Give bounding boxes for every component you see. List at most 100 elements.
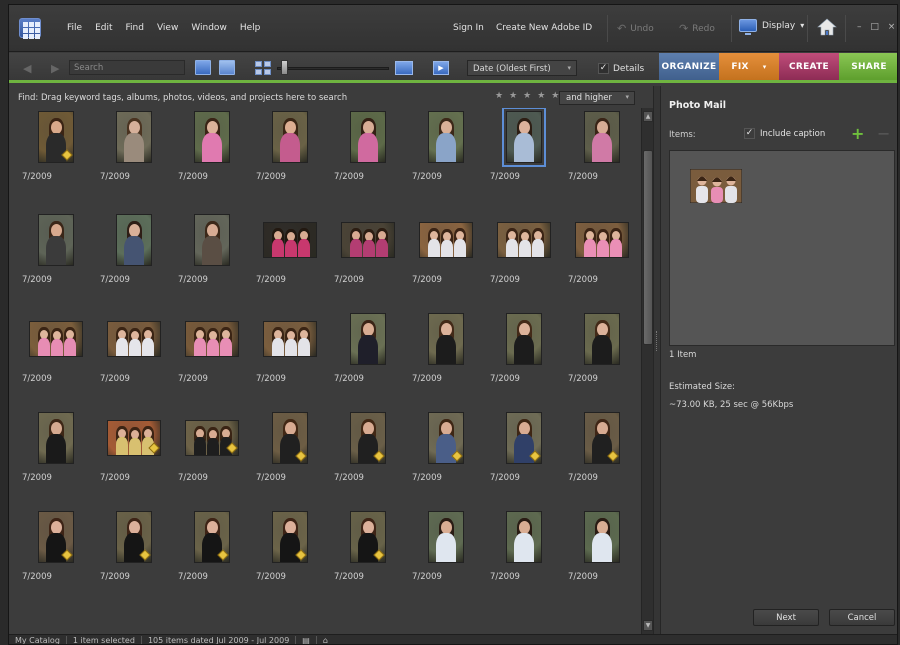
catalog-name[interactable]: My Catalog <box>9 635 67 644</box>
mail-items-list[interactable] <box>669 150 895 346</box>
thumbnail-size-slider[interactable] <box>277 67 389 70</box>
stack-view-icon[interactable] <box>219 60 235 75</box>
thumbnail-cell[interactable]: 7/2009 <box>329 409 407 505</box>
thumbnail-cell[interactable]: 7/2009 <box>17 211 95 307</box>
thumbnail-cell[interactable]: 7/2009 <box>485 310 563 406</box>
back-forward-icon[interactable]: ◀ ▶ <box>23 62 67 75</box>
thumbnail-cell[interactable]: 7/2009 <box>251 108 329 204</box>
thumbnail-cell[interactable]: 7/2009 <box>563 108 641 204</box>
thumbnail-cell[interactable]: 7/2009 <box>95 211 173 307</box>
photo-thumbnail[interactable] <box>502 108 546 167</box>
photo-thumbnail[interactable] <box>429 413 463 463</box>
slideshow-play-icon[interactable]: ▶ <box>433 61 449 75</box>
thumbnail-cell[interactable]: 7/2009 <box>95 409 173 505</box>
tab-organize[interactable]: ORGANIZE <box>659 53 719 80</box>
thumbnail-cell[interactable]: 7/2009 <box>407 310 485 406</box>
star-rating-filter[interactable]: ★★★★★ <box>495 91 565 101</box>
grid-scrollbar[interactable]: ▲ ▼ <box>641 108 653 634</box>
slider-handle[interactable] <box>281 60 288 75</box>
menu-help[interactable]: Help <box>240 23 261 33</box>
photo-thumbnail[interactable] <box>39 112 73 162</box>
thumbnail-cell[interactable]: 7/2009 <box>485 211 563 307</box>
photo-thumbnail[interactable] <box>186 322 238 356</box>
photo-thumbnail[interactable] <box>264 322 316 356</box>
mail-item-thumbnail[interactable] <box>690 169 742 203</box>
photo-thumbnail[interactable] <box>507 413 541 463</box>
include-caption-checkbox[interactable]: ✓ <box>744 128 755 139</box>
photo-thumbnail[interactable] <box>186 421 238 455</box>
photo-thumbnail[interactable] <box>507 512 541 562</box>
thumbnail-cell[interactable]: 7/2009 <box>329 310 407 406</box>
photo-thumbnail[interactable] <box>117 512 151 562</box>
photo-thumbnail[interactable] <box>195 215 229 265</box>
thumbnail-cell[interactable]: 7/2009 <box>329 211 407 307</box>
photo-thumbnail[interactable] <box>576 223 628 257</box>
include-caption-toggle[interactable]: ✓ Include caption <box>744 128 825 139</box>
photo-thumbnail[interactable] <box>498 223 550 257</box>
details-toggle[interactable]: ✓ Details <box>598 63 644 74</box>
thumbnail-grid-icon[interactable] <box>255 61 271 75</box>
tab-share[interactable]: SHARE <box>839 53 897 80</box>
thumbnail-cell[interactable]: 7/2009 <box>251 409 329 505</box>
photo-thumbnail[interactable] <box>30 322 82 356</box>
photo-thumbnail[interactable] <box>195 512 229 562</box>
add-item-icon[interactable]: + <box>851 124 864 143</box>
photo-thumbnail[interactable] <box>351 112 385 162</box>
home-icon[interactable] <box>815 16 839 38</box>
panel-splitter[interactable] <box>653 86 661 634</box>
menu-edit[interactable]: Edit <box>95 23 112 33</box>
remove-item-icon[interactable]: − <box>877 124 890 143</box>
photo-thumbnail[interactable] <box>39 413 73 463</box>
scrollbar-thumb[interactable] <box>643 150 653 345</box>
photo-thumbnail[interactable] <box>420 223 472 257</box>
photo-thumbnail[interactable] <box>117 215 151 265</box>
timeline-icon[interactable]: ▤ <box>296 635 317 644</box>
thumbnail-cell[interactable]: 7/2009 <box>329 108 407 204</box>
thumbnail-cell[interactable]: 7/2009 <box>407 409 485 505</box>
photo-thumbnail[interactable] <box>429 314 463 364</box>
details-checkbox[interactable]: ✓ <box>598 63 609 74</box>
thumbnail-cell[interactable]: 7/2009 <box>17 409 95 505</box>
thumbnail-cell[interactable]: 7/2009 <box>563 409 641 505</box>
photo-thumbnail[interactable] <box>351 512 385 562</box>
photo-thumbnail[interactable] <box>585 112 619 162</box>
redo-button[interactable]: ↷ Redo <box>679 22 715 35</box>
scroll-down-icon[interactable]: ▼ <box>643 620 653 631</box>
window-controls[interactable]: – □ × <box>857 22 897 32</box>
photo-thumbnail[interactable] <box>585 413 619 463</box>
thumbnail-cell[interactable]: 7/2009 <box>173 310 251 406</box>
photo-thumbnail[interactable] <box>429 112 463 162</box>
search-input[interactable]: Search <box>69 60 185 75</box>
tab-fix[interactable]: FIX ▾ <box>719 53 779 80</box>
photo-thumbnail[interactable] <box>351 314 385 364</box>
photo-thumbnail[interactable] <box>108 421 160 455</box>
thumbnail-cell[interactable]: 7/2009 <box>251 211 329 307</box>
photo-thumbnail[interactable] <box>39 215 73 265</box>
menu-file[interactable]: File <box>67 23 82 33</box>
thumbnail-cell[interactable]: 7/2009 <box>95 310 173 406</box>
cancel-button[interactable]: Cancel <box>829 609 895 626</box>
menu-find[interactable]: Find <box>126 23 144 33</box>
scroll-up-icon[interactable]: ▲ <box>643 111 653 122</box>
thumbnail-cell[interactable]: 7/2009 <box>95 508 173 604</box>
photo-thumbnail[interactable] <box>108 322 160 356</box>
thumbnail-cell[interactable]: 7/2009 <box>173 409 251 505</box>
thumbnail-cell[interactable]: 7/2009 <box>563 310 641 406</box>
thumbnail-cell[interactable]: 7/2009 <box>17 310 95 406</box>
photo-thumbnail[interactable] <box>429 512 463 562</box>
thumbnail-cell[interactable]: 7/2009 <box>95 108 173 204</box>
photo-thumbnail[interactable] <box>585 512 619 562</box>
photo-thumbnail[interactable] <box>273 512 307 562</box>
thumbnail-cell[interactable]: 7/2009 <box>173 211 251 307</box>
thumbnail-cell[interactable]: 7/2009 <box>407 508 485 604</box>
photo-thumbnail[interactable] <box>273 413 307 463</box>
photo-thumbnail[interactable] <box>273 112 307 162</box>
thumbnail-cell[interactable]: 7/2009 <box>251 508 329 604</box>
thumbnail-cell[interactable]: 7/2009 <box>485 108 563 204</box>
photo-thumbnail[interactable] <box>342 223 394 257</box>
find-bar[interactable]: Find: Drag keyword tags, albums, photos,… <box>9 86 649 108</box>
undo-button[interactable]: ↶ Undo <box>617 22 654 35</box>
tab-create[interactable]: CREATE <box>779 53 839 80</box>
media-view-icon[interactable] <box>195 60 211 75</box>
photo-thumbnail[interactable] <box>117 112 151 162</box>
